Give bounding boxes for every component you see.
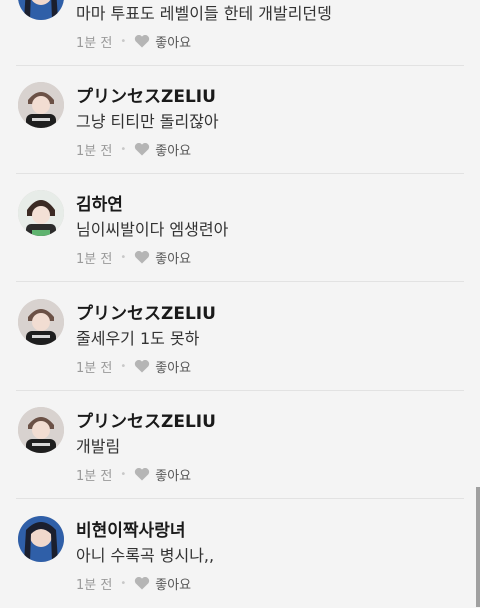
comment-text: 줄세우기 1도 못하 <box>76 329 200 348</box>
avatar[interactable] <box>18 407 64 453</box>
separator-dot: • <box>120 577 127 589</box>
comment-author[interactable]: 김하연 <box>76 190 123 215</box>
divider <box>16 498 464 499</box>
comment-author[interactable]: プリンセスZELIU <box>76 299 216 324</box>
like-label: 좋아요 <box>155 468 192 484</box>
like-button[interactable]: 좋아요 <box>134 248 191 267</box>
like-label: 좋아요 <box>155 143 192 159</box>
separator-dot: • <box>120 468 127 480</box>
comment-item: プリンセスZELIU 그냥 티티만 돌리잖아 1분 전 • 좋아요 <box>0 66 480 174</box>
separator-dot: • <box>120 143 127 155</box>
like-button[interactable]: 좋아요 <box>134 140 191 159</box>
heart-icon <box>135 34 150 48</box>
comment-time: 1분 전 <box>76 143 113 159</box>
comment-text: 개발림 <box>76 437 121 456</box>
separator-dot: • <box>120 251 127 263</box>
like-label: 좋아요 <box>155 360 192 376</box>
comment-time: 1분 전 <box>76 251 113 267</box>
avatar[interactable] <box>18 0 64 20</box>
like-button[interactable]: 좋아요 <box>134 32 191 51</box>
comment-author[interactable]: プリンセスZELIU <box>76 407 216 432</box>
comment-meta: 1분 전 • 좋아요 <box>76 574 191 593</box>
comment-meta: 1분 전 • 좋아요 <box>76 357 191 376</box>
comment-author[interactable]: 비현이짝사랑녀 <box>76 516 185 541</box>
comment-time: 1분 전 <box>76 35 113 51</box>
like-label: 좋아요 <box>155 35 192 51</box>
comment-time: 1분 전 <box>76 360 113 376</box>
like-label: 좋아요 <box>155 251 192 267</box>
comment-text: 그냥 티티만 돌리잖아 <box>76 112 219 131</box>
comment-meta: 1분 전 • 좋아요 <box>76 465 191 484</box>
comment-text: 아니 수록곡 병시나,, <box>76 546 215 565</box>
comment-item: プリンセスZELIU 개발림 1분 전 • 좋아요 <box>0 391 480 499</box>
comment-list: 마마 투표도 레벨이들 한테 개발리던뎅 1분 전 • 좋아요 プリンセスZEL… <box>0 0 480 607</box>
comment-text: 마마 투표도 레벨이들 한테 개발리던뎅 <box>76 4 332 23</box>
comment-author[interactable]: プリンセスZELIU <box>76 82 216 107</box>
comment-time: 1분 전 <box>76 577 113 593</box>
heart-icon <box>135 142 150 156</box>
comment-meta: 1분 전 • 좋아요 <box>76 248 191 267</box>
avatar[interactable] <box>18 299 64 345</box>
separator-dot: • <box>120 360 127 372</box>
avatar[interactable] <box>18 190 64 236</box>
divider <box>16 281 464 282</box>
like-button[interactable]: 좋아요 <box>134 465 191 484</box>
heart-icon <box>135 576 150 590</box>
comment-text: 님이씨발이다 엠생련아 <box>76 220 229 239</box>
like-label: 좋아요 <box>155 577 192 593</box>
comment-meta: 1분 전 • 좋아요 <box>76 140 191 159</box>
comment-meta: 1분 전 • 좋아요 <box>76 32 191 51</box>
avatar[interactable] <box>18 516 64 562</box>
like-button[interactable]: 좋아요 <box>134 574 191 593</box>
heart-icon <box>135 250 150 264</box>
like-button[interactable]: 좋아요 <box>134 357 191 376</box>
comment-time: 1분 전 <box>76 468 113 484</box>
heart-icon <box>135 359 150 373</box>
comment-item: 김하연 님이씨발이다 엠생련아 1분 전 • 좋아요 <box>0 174 480 282</box>
comment-item: プリンセスZELIU 줄세우기 1도 못하 1분 전 • 좋아요 <box>0 283 480 391</box>
comment-item: 비현이짝사랑녀 아니 수록곡 병시나,, 1분 전 • 좋아요 <box>0 500 480 608</box>
heart-icon <box>135 467 150 481</box>
avatar[interactable] <box>18 82 64 128</box>
scrollbar[interactable] <box>476 487 480 607</box>
separator-dot: • <box>120 35 127 47</box>
comment-item: 마마 투표도 레벨이들 한테 개발리던뎅 1분 전 • 좋아요 <box>0 0 480 66</box>
